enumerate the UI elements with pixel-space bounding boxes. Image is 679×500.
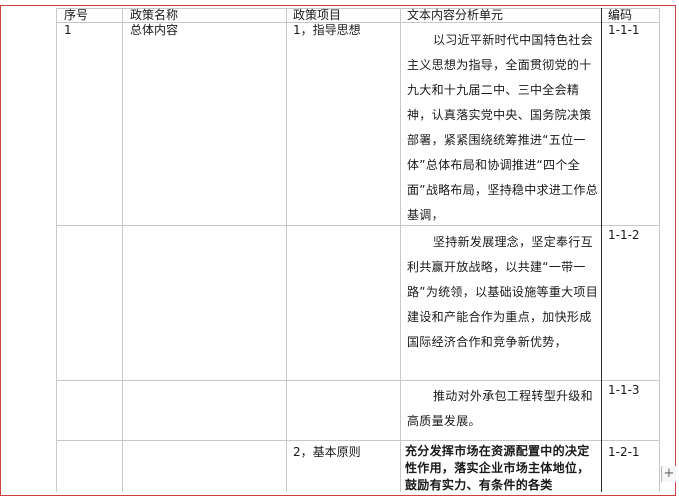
row-3-code: 1-1-3 <box>608 383 640 397</box>
row-2-bottom-rule <box>56 380 659 381</box>
header-policy-name: 政策名称 <box>130 8 179 22</box>
row-4-text-unit: 充分发挥市场在资源配置中的决定性作用，落实企业市场主体地位，鼓励有实力、有条件的… <box>405 444 590 492</box>
header-text-unit: 文本内容分析单元 <box>407 8 504 22</box>
row-1-code: 1-1-1 <box>608 23 640 37</box>
col-rule-3 <box>400 8 401 492</box>
col-left-rule <box>56 8 57 492</box>
row-2-text-unit: 坚持新发展理念，坚定奉行互利共赢开放战略，以共建“一带一路”为统领，以基础设施等… <box>407 235 599 349</box>
header-seq: 序号 <box>64 8 89 22</box>
row-4-code: 1-2-1 <box>608 445 640 459</box>
scroll-expand-button[interactable]: + <box>661 466 676 482</box>
row-1-policy-item: 1，指导思想 <box>293 23 361 37</box>
row-1-seq: 1 <box>64 23 72 37</box>
row-2-code: 1-1-2 <box>608 228 640 242</box>
col-rule-1 <box>122 8 123 492</box>
col-right-rule <box>659 8 660 492</box>
header-code: 编码 <box>608 8 633 22</box>
row-3-text-unit: 推动对外承包工程转型升级和高质量发展。 <box>407 389 593 428</box>
header-policy-item: 政策项目 <box>293 8 342 22</box>
row-1-policy-name: 总体内容 <box>130 23 179 37</box>
row-1-text-unit: 以习近平新时代中国特色社会主义思想为指导，全面贯彻党的十九大和十九届二中、三中全… <box>407 33 599 222</box>
row-3-bottom-rule <box>56 440 659 441</box>
row-4-policy-item: 2，基本原则 <box>293 445 361 459</box>
col-rule-4 <box>601 8 602 492</box>
col-rule-2 <box>286 8 287 492</box>
